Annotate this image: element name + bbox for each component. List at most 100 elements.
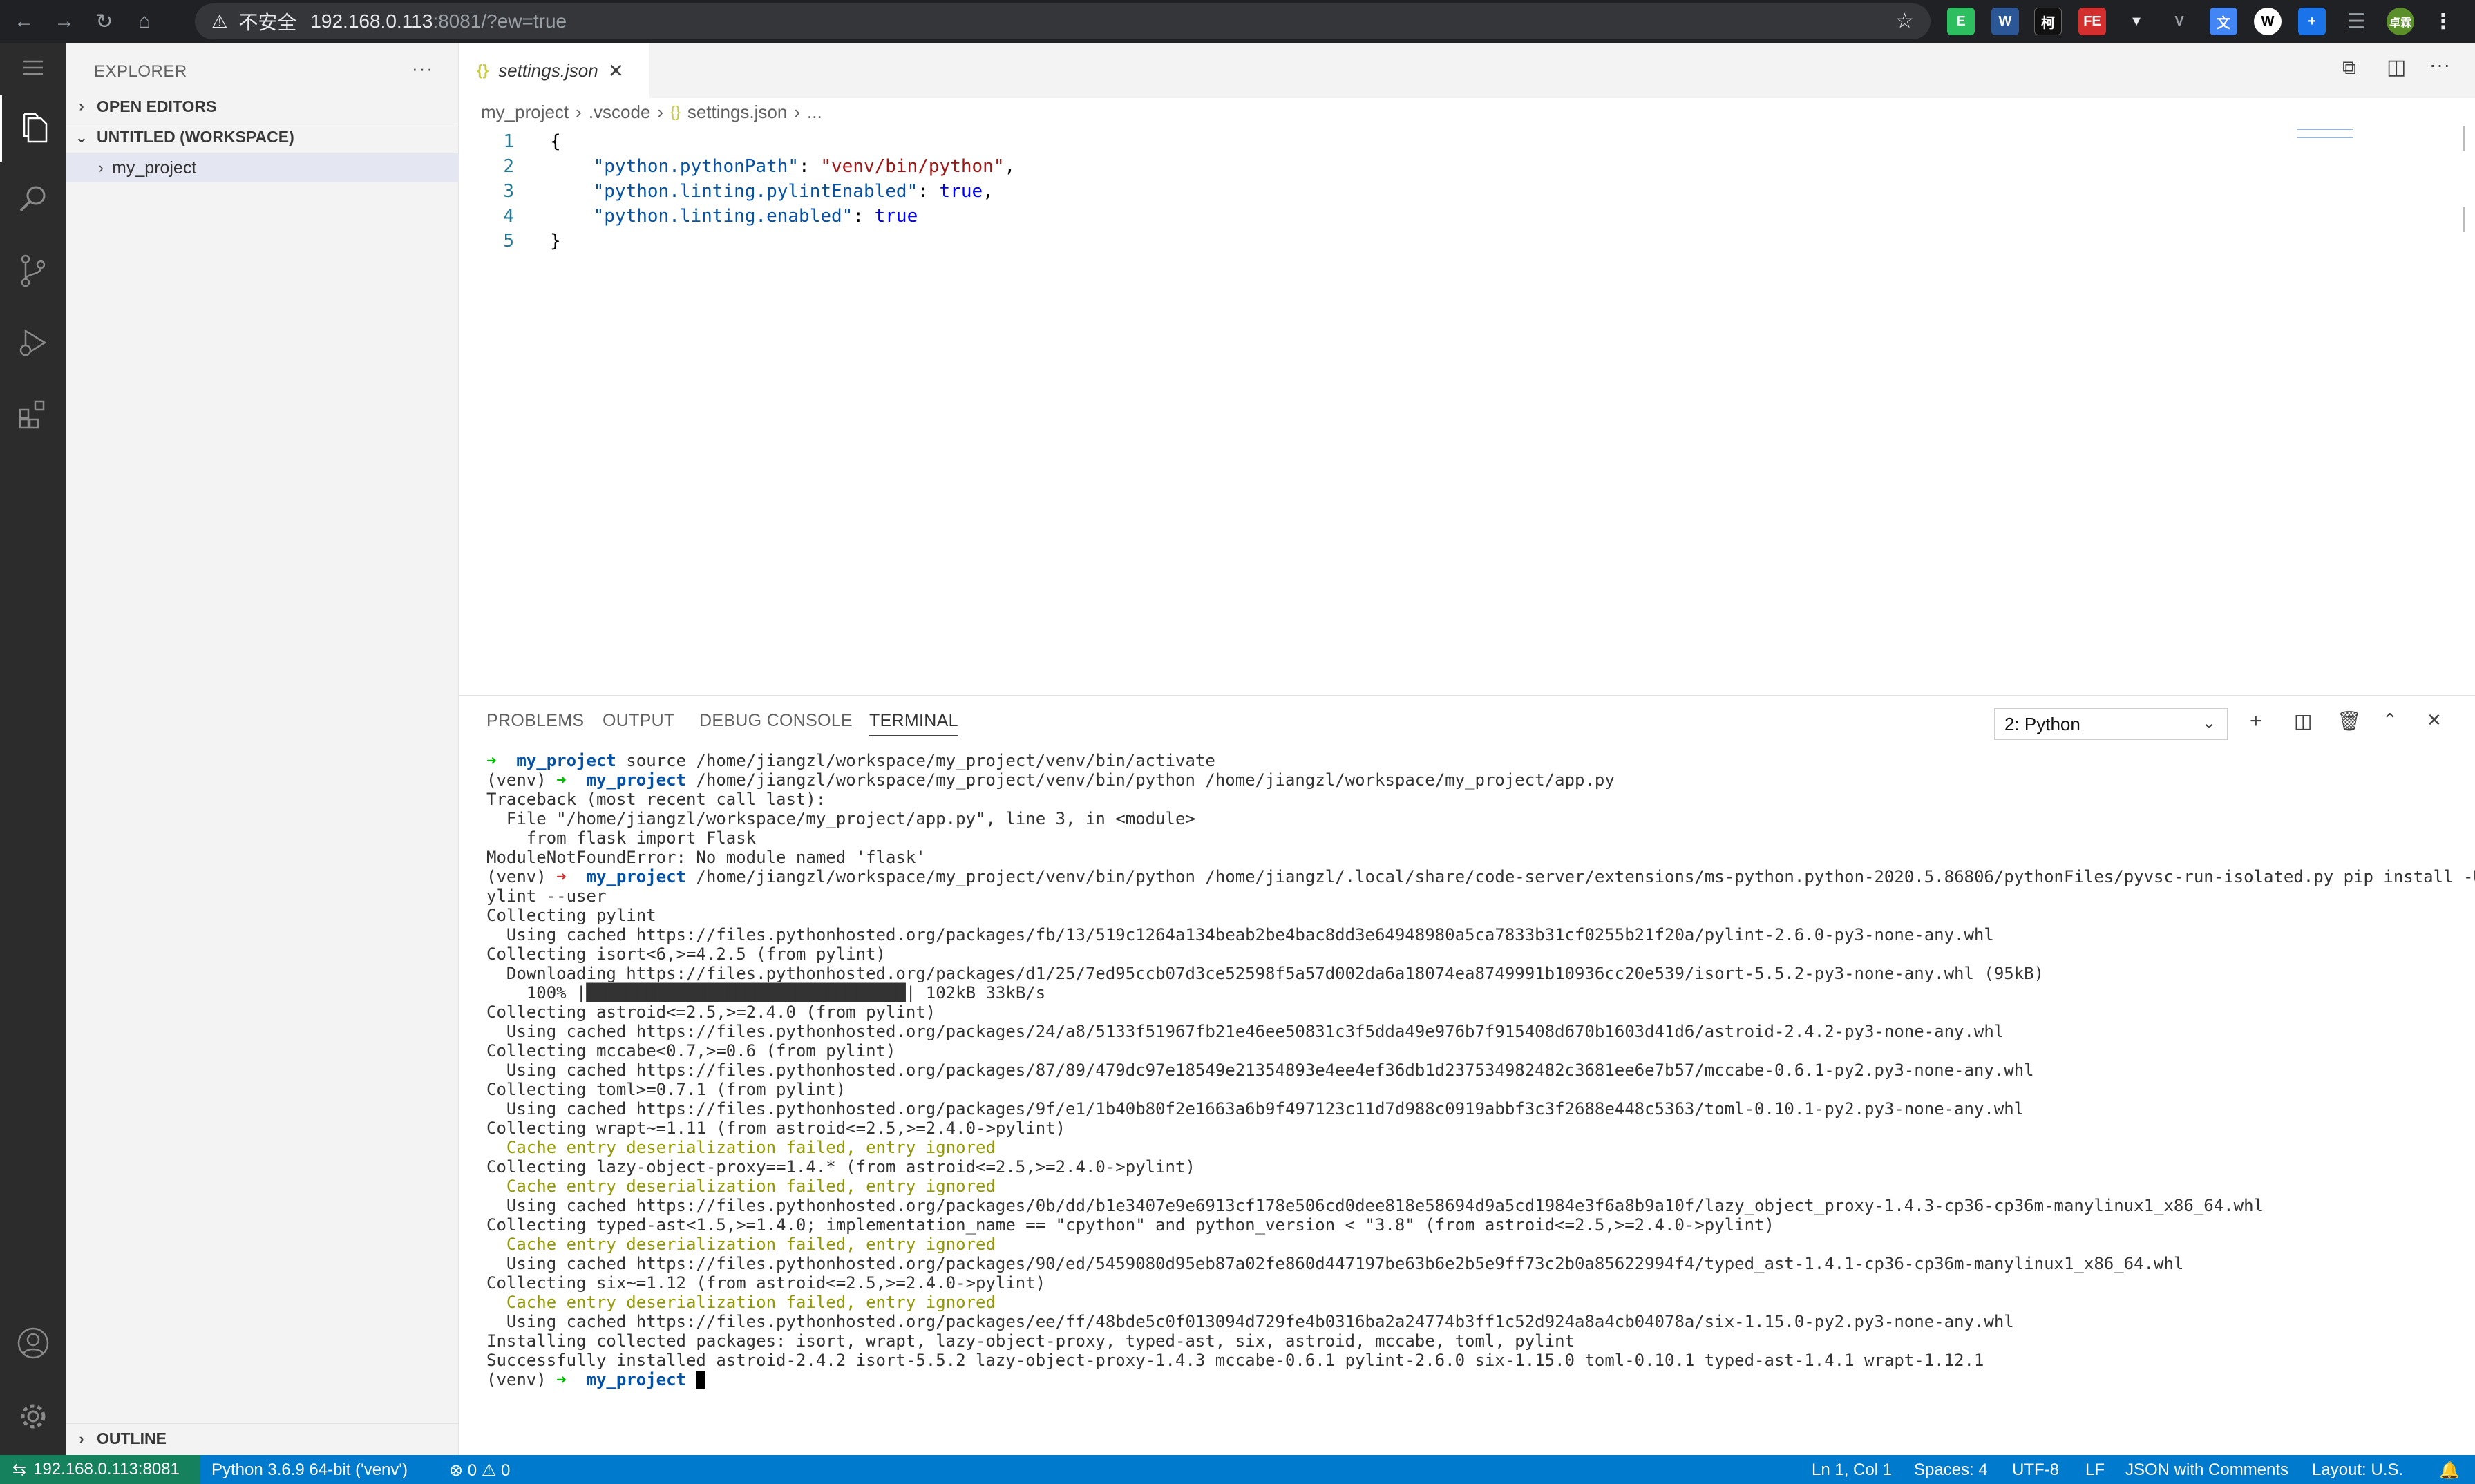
open-changes-icon[interactable]: ⧉: [2342, 57, 2356, 79]
terminal-line: Cache entry deserialization failed, entr…: [486, 1293, 2463, 1312]
tab-settings-json[interactable]: {} settings.json ✕: [459, 43, 649, 98]
status-bar: ⇆ 192.168.0.113:8081 Python 3.6.9 64-bit…: [0, 1455, 2475, 1484]
outline-label: OUTLINE: [97, 1429, 167, 1447]
vue-extension-icon[interactable]: V: [2165, 8, 2193, 35]
terminal-output[interactable]: ➜ my_project source /home/jiangzl/worksp…: [486, 751, 2475, 1389]
terminal-cursor: [696, 1371, 706, 1389]
address-bar[interactable]: ⚠ 不安全 192.168.0.113:8081/?ew=true ☆: [195, 3, 1931, 39]
remote-label: 192.168.0.113:8081: [33, 1460, 180, 1478]
split-editor-icon[interactable]: ◫: [2387, 55, 2406, 79]
forward-icon[interactable]: →: [48, 6, 80, 37]
word-extension-icon[interactable]: W: [1991, 8, 2019, 35]
terminal-select-value: 2: Python: [2004, 713, 2080, 734]
tab-problems[interactable]: PROBLEMS: [486, 711, 584, 731]
workspace-section[interactable]: ⌄ UNTITLED (WORKSPACE): [66, 122, 459, 152]
extensions-icon[interactable]: [0, 380, 66, 446]
prompt-arrow: ➜: [486, 751, 517, 770]
terminal-text: ylint --user: [486, 886, 607, 906]
line-number: 5: [503, 231, 514, 251]
folder-item-my-project[interactable]: › my_project: [66, 153, 459, 182]
problems-indicator[interactable]: ⊗ 0 ⚠ 0: [449, 1461, 510, 1481]
line-number: 4: [503, 206, 514, 227]
scrollbar-marker[interactable]: [2463, 207, 2465, 232]
prompt-arrow: ➜: [556, 770, 587, 790]
shield-extension-icon[interactable]: ▼: [2123, 8, 2150, 35]
run-debug-icon[interactable]: [0, 310, 66, 376]
chevron-right-icon: ›: [794, 101, 801, 122]
terminal-line: (venv) ➜ my_project /home/jiangzl/worksp…: [486, 770, 2463, 790]
code-text: ,: [1004, 156, 1016, 177]
home-icon[interactable]: ⌂: [129, 6, 160, 37]
plus-extension-icon[interactable]: +: [2298, 8, 2326, 35]
translate-extension-icon[interactable]: 文: [2210, 8, 2237, 35]
chevron-right-icon: ›: [79, 1429, 84, 1447]
code-text: {: [550, 131, 561, 152]
split-terminal-icon[interactable]: ◫: [2294, 710, 2312, 732]
outline-section[interactable]: › OUTLINE: [66, 1423, 459, 1454]
extensions-puzzle-icon[interactable]: ☰: [2342, 8, 2370, 35]
breadcrumb-item[interactable]: ...: [807, 102, 822, 123]
extension-icon[interactable]: 柯: [2034, 8, 2062, 35]
breadcrumb-item[interactable]: my_project: [481, 102, 569, 123]
json-key: "python.pythonPath": [593, 156, 799, 177]
editor-more-icon[interactable]: ···: [2429, 54, 2451, 76]
code-line: "python.linting.pylintEnabled": true,: [550, 181, 994, 202]
evernote-extension-icon[interactable]: E: [1947, 8, 1975, 35]
search-icon[interactable]: [0, 166, 66, 232]
code-editor[interactable]: 1 {2 "python.pythonPath": "venv/bin/pytho…: [459, 126, 2465, 692]
python-interpreter[interactable]: Python 3.6.9 64-bit ('venv'): [211, 1461, 408, 1480]
source-control-icon[interactable]: [0, 238, 66, 304]
bell-icon[interactable]: 🔔: [2439, 1461, 2460, 1481]
breadcrumb-item[interactable]: .vscode: [589, 102, 651, 123]
code-text: :: [799, 156, 821, 177]
new-terminal-icon[interactable]: +: [2250, 710, 2262, 733]
terminal-select[interactable]: 2: Python ⌄: [1994, 708, 2228, 740]
close-tab-icon[interactable]: ✕: [608, 59, 624, 82]
bookmark-star-icon[interactable]: ☆: [1895, 9, 1914, 33]
chrome-menu-icon[interactable]: ⋮: [2429, 8, 2457, 35]
more-actions-icon[interactable]: ···: [412, 58, 434, 79]
cursor-position[interactable]: Ln 1, Col 1: [1812, 1461, 1892, 1480]
terminal-text: 100% |: [486, 983, 587, 1002]
fe-extension-icon[interactable]: FE: [2078, 8, 2106, 35]
terminal-text: Cache entry deserialization failed, entr…: [486, 1177, 996, 1196]
language-mode[interactable]: JSON with Comments: [2125, 1461, 2288, 1480]
wappalyzer-extension-icon[interactable]: W: [2254, 8, 2282, 35]
terminal-line: Using cached https://files.pythonhosted.…: [486, 1312, 2463, 1331]
maximize-panel-icon[interactable]: ⌃: [2382, 710, 2398, 731]
terminal-line: Using cached https://files.pythonhosted.…: [486, 1254, 2463, 1273]
code-line: {: [550, 131, 561, 152]
scrollbar-top[interactable]: [2463, 126, 2465, 151]
minimap[interactable]: [2297, 129, 2353, 138]
indentation[interactable]: Spaces: 4: [1914, 1461, 1988, 1480]
terminal-text: Using cached https://files.pythonhosted.…: [486, 1196, 2264, 1215]
profile-avatar[interactable]: 卓霖: [2387, 8, 2414, 35]
close-panel-icon[interactable]: ✕: [2427, 710, 2442, 731]
url-path: :8081/?ew=true: [433, 10, 567, 32]
back-icon[interactable]: ←: [8, 6, 40, 37]
open-editors-section[interactable]: › OPEN EDITORS: [66, 91, 459, 122]
account-icon[interactable]: [0, 1310, 66, 1376]
eol[interactable]: LF: [2085, 1461, 2105, 1480]
tab-terminal[interactable]: TERMINAL: [869, 711, 958, 736]
tab-output[interactable]: OUTPUT: [603, 711, 675, 731]
explorer-icon[interactable]: [0, 95, 66, 162]
bottom-panel: PROBLEMS OUTPUT DEBUG CONSOLE TERMINAL 2…: [459, 695, 2475, 1455]
menu-icon[interactable]: [0, 43, 66, 93]
keyboard-layout[interactable]: Layout: U.S.: [2312, 1461, 2403, 1480]
reload-icon[interactable]: ↻: [88, 6, 120, 37]
terminal-text: Successfully installed astroid-2.4.2 iso…: [486, 1351, 1984, 1370]
code-text: :: [918, 181, 940, 202]
trash-icon[interactable]: 🗑: [2337, 710, 2362, 732]
remote-indicator[interactable]: ⇆ 192.168.0.113:8081: [0, 1455, 200, 1484]
tab-debug-console[interactable]: DEBUG CONSOLE: [699, 711, 853, 731]
sidebar-title: EXPLORER: [94, 62, 187, 81]
open-editors-label: OPEN EDITORS: [97, 97, 217, 115]
breadcrumb-item[interactable]: settings.json: [688, 102, 788, 123]
encoding[interactable]: UTF-8: [2012, 1461, 2059, 1480]
settings-gear-icon[interactable]: [0, 1383, 66, 1449]
browser-toolbar: ← → ↻ ⌂ ⚠ 不安全 192.168.0.113:8081/?ew=tru…: [0, 0, 2475, 43]
terminal-line: Collecting six~=1.12 (from astroid<=2.5,…: [486, 1273, 2463, 1293]
